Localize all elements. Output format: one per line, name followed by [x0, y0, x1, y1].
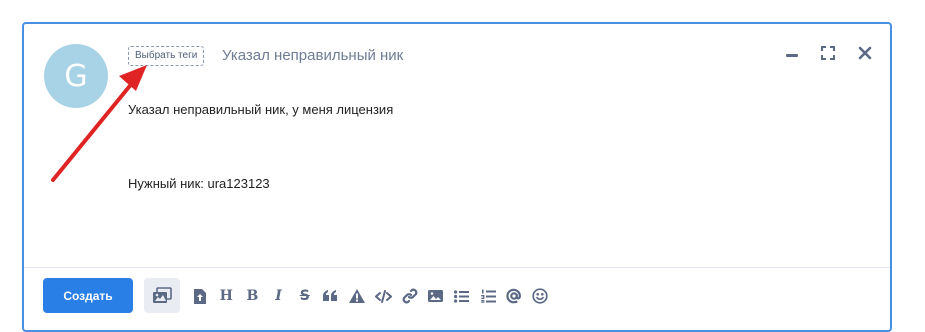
- code-button[interactable]: [373, 286, 393, 306]
- expand-icon: [821, 46, 835, 60]
- italic-button[interactable]: I: [269, 286, 289, 306]
- numbered-list-icon: [480, 289, 496, 303]
- message-line: [128, 135, 393, 152]
- strikethrough-button[interactable]: S: [295, 286, 315, 306]
- bullet-list-button[interactable]: [452, 286, 472, 306]
- upload-file-icon: [194, 288, 206, 304]
- create-button[interactable]: Создать: [43, 278, 133, 313]
- link-button[interactable]: [400, 286, 420, 306]
- gallery-button[interactable]: [144, 278, 180, 313]
- expand-button[interactable]: [819, 44, 837, 62]
- mention-icon: [506, 288, 522, 304]
- format-toolbar: H B I S: [190, 286, 557, 306]
- code-icon: [374, 289, 392, 303]
- emoji-icon: [532, 288, 549, 304]
- upload-file-button[interactable]: [190, 286, 210, 306]
- bullet-list-icon: [454, 289, 470, 303]
- bold-button[interactable]: B: [242, 286, 262, 306]
- avatar: G: [44, 44, 108, 108]
- close-button[interactable]: [856, 44, 874, 62]
- message-line: Указал неправильный ник, у меня лицензия: [128, 102, 394, 117]
- minimize-icon: [786, 54, 798, 57]
- emoji-button[interactable]: [530, 286, 550, 306]
- footer-divider: [24, 267, 890, 268]
- message-body[interactable]: Указал неправильный ник, у меня лицензия…: [128, 84, 393, 209]
- ticket-subject[interactable]: Указал неправильный ник: [222, 46, 403, 66]
- warning-icon: [349, 289, 366, 303]
- close-icon: [858, 46, 872, 60]
- warning-button[interactable]: [347, 286, 367, 306]
- quote-icon: [323, 290, 338, 301]
- image-icon: [428, 290, 444, 302]
- ticket-editor-panel: G Выбрать теги Указал неправильный ник У…: [22, 22, 892, 332]
- minimize-button[interactable]: [783, 44, 801, 62]
- numbered-list-button[interactable]: [478, 286, 498, 306]
- heading-button[interactable]: H: [216, 286, 236, 306]
- select-tags-button[interactable]: Выбрать теги: [128, 46, 205, 66]
- quote-button[interactable]: [321, 286, 341, 306]
- gallery-icon: [153, 286, 172, 303]
- avatar-letter: G: [64, 58, 88, 94]
- image-button[interactable]: [426, 286, 446, 306]
- mention-button[interactable]: [504, 286, 524, 306]
- message-line: Нужный ник: ura123123: [128, 176, 270, 191]
- link-icon: [402, 288, 417, 304]
